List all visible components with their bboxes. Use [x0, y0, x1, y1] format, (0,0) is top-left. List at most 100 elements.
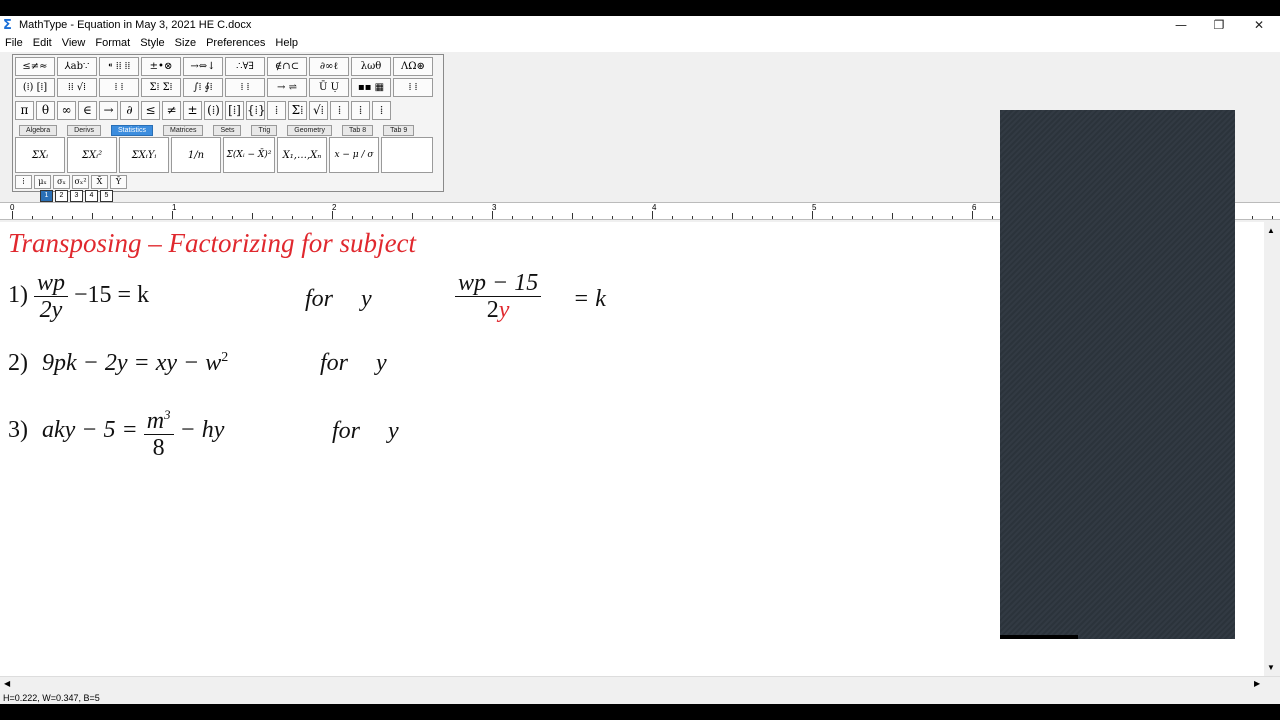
products-palette-button[interactable]: Ū Ụ [309, 78, 349, 97]
right-arrow-button[interactable]: → [99, 101, 118, 120]
scroll-up-icon[interactable]: ▲ [1267, 226, 1275, 235]
tab-sets[interactable]: Sets [213, 125, 242, 136]
template-sum-x-squared[interactable]: ΣXᵢ² [67, 137, 117, 173]
template-row: ΣXᵢ ΣXᵢ² ΣXᵢYᵢ 1/n Σ(Xᵢ − X̄)² X₁,…,Xₙ x… [15, 137, 433, 173]
theta-symbol-button[interactable]: θ [36, 101, 55, 120]
logical-palette-button[interactable]: ∴∀∃ [225, 57, 265, 76]
summation-palette-button[interactable]: Σ⁞ Σ⁞ [141, 78, 181, 97]
x-bar-button[interactable]: X̄ [91, 175, 108, 189]
menu-file[interactable]: File [0, 35, 28, 52]
integrals-palette-button[interactable]: ∫⁞ ∮⁞ [183, 78, 223, 97]
menu-view[interactable]: View [57, 35, 91, 52]
ruler-tick [772, 216, 773, 219]
plus-minus-button[interactable]: ± [183, 101, 202, 120]
palette-row-1: ≤≠≈ ⅄ab∵ ⁌ ⁞⁞ ⁞⁞ ±•⊗ →⇔↓ ∴∀∃ ∉∩⊂ ∂∞ℓ λωθ… [15, 57, 435, 76]
symbol-palette: ≤≠≈ ⅄ab∵ ⁌ ⁞⁞ ⁞⁞ ±•⊗ →⇔↓ ∴∀∃ ∉∩⊂ ∂∞ℓ λωθ… [12, 54, 444, 192]
minimize-button[interactable]: — [1162, 16, 1200, 35]
ruler-tick [92, 213, 93, 219]
template-z-score[interactable]: x − μ / σ [329, 137, 379, 173]
greek-upper-palette-button[interactable]: ΛΩ⊛ [393, 57, 433, 76]
menu-bar: File Edit View Format Style Size Preferences He… [0, 35, 1280, 53]
maximize-button[interactable]: ❐ [1200, 16, 1238, 35]
horizontal-scrollbar[interactable]: ◀ ▶ [0, 676, 1280, 693]
labeled-arrows-palette-button[interactable]: → ⇌ [267, 78, 307, 97]
tab-algebra[interactable]: Algebra [19, 125, 58, 136]
tab-8[interactable]: Tab 8 [342, 125, 374, 136]
relations-palette-button[interactable]: ≤≠≈ [15, 57, 55, 76]
menu-size[interactable]: Size [170, 35, 201, 52]
brackets-button[interactable]: [⁞] [225, 101, 244, 120]
palette-row-2: (⁞) [⁞] ⁞⁞ √⁞ ⁞ ⁞ Σ⁞ Σ⁞ ∫⁞ ∮⁞ ⁞ ⁞ → ⇌ Ū … [15, 78, 435, 97]
radical-button[interactable]: √⁞ [309, 101, 328, 120]
ruler-tick [292, 216, 293, 219]
menu-edit[interactable]: Edit [28, 35, 57, 52]
infinity-symbol-button[interactable]: ∞ [57, 101, 76, 120]
braces-button[interactable]: {⁞} [246, 101, 265, 120]
ruler-tick [512, 216, 513, 219]
heading-transposing-factorizing: Transposing – Factorizing for subject [8, 228, 417, 258]
partial-button[interactable]: ∂ [120, 101, 139, 120]
template-sum-xy[interactable]: ΣXᵢYᵢ [119, 137, 169, 173]
sub-superscript-button[interactable]: ⁞ [372, 101, 391, 120]
template-sum-squared-deviation[interactable]: Σ(Xᵢ − X̄)² [223, 137, 275, 173]
parentheses-button[interactable]: (⁞) [204, 101, 223, 120]
ruler-tick [112, 216, 113, 219]
fraction-button[interactable]: ⁞ [267, 101, 286, 120]
embellishments-palette-button[interactable]: ⁌ ⁞⁞ ⁞⁞ [99, 57, 139, 76]
operators-palette-button[interactable]: ±•⊗ [141, 57, 181, 76]
superscript-button[interactable]: ⁞ [351, 101, 370, 120]
greek-lower-palette-button[interactable]: λωθ [351, 57, 391, 76]
scroll-right-icon[interactable]: ▶ [1254, 679, 1260, 688]
size-button-4[interactable]: 4 [85, 190, 98, 202]
tab-matrices[interactable]: Matrices [163, 125, 204, 136]
close-button[interactable]: ✕ [1240, 16, 1278, 35]
spaces-ellipses-palette-button[interactable]: ⅄ab∵ [57, 57, 97, 76]
status-dimensions: H=0.222, W=0.347, B=5 [3, 693, 100, 703]
not-equal-button[interactable]: ≠ [162, 101, 181, 120]
template-x-sequence[interactable]: X₁,…,Xₙ [277, 137, 327, 173]
misc-symbols-palette-button[interactable]: ∂∞ℓ [309, 57, 349, 76]
template-one-over-n[interactable]: 1/n [171, 137, 221, 173]
underbar-overbar-palette-button[interactable]: ⁞ ⁞ [225, 78, 265, 97]
pi-symbol-button[interactable]: π [15, 101, 34, 120]
tab-statistics[interactable]: Statistics [110, 125, 153, 136]
size-button-3[interactable]: 3 [70, 190, 83, 202]
tab-derivs[interactable]: Derivs [67, 125, 101, 136]
title-bar: Σ MathType - Equation in May 3, 2021 HE … [0, 16, 1280, 35]
matrices-palette-button[interactable]: ▪▪ ▦ [351, 78, 391, 97]
scroll-down-icon[interactable]: ▼ [1267, 663, 1275, 672]
fraction-small-button[interactable]: ⁞ [15, 175, 32, 189]
arrows-palette-button[interactable]: →⇔↓ [183, 57, 223, 76]
mean-mu-button[interactable]: μₓ [34, 175, 51, 189]
fences-palette-button[interactable]: (⁞) [⁞] [15, 78, 55, 97]
variance-button[interactable]: σₓ² [72, 175, 89, 189]
size-button-2[interactable]: 2 [55, 190, 68, 202]
window-title: MathType - Equation in May 3, 2021 HE C.… [19, 19, 252, 31]
template-empty-slot[interactable] [381, 137, 433, 173]
tab-geometry[interactable]: Geometry [287, 125, 332, 136]
subscript-button[interactable]: ⁞ [330, 101, 349, 120]
template-sum-x[interactable]: ΣXᵢ [15, 137, 65, 173]
size-button-1[interactable]: 1 [40, 190, 53, 202]
size-button-5[interactable]: 5 [100, 190, 113, 202]
menu-help[interactable]: Help [270, 35, 303, 52]
ruler-tick [352, 216, 353, 219]
vertical-scrollbar[interactable]: ▲ ▼ [1264, 222, 1280, 676]
element-of-button[interactable]: ∈ [78, 101, 97, 120]
menu-preferences[interactable]: Preferences [201, 35, 270, 52]
menu-style[interactable]: Style [135, 35, 169, 52]
ruler-tick [312, 216, 313, 219]
summation-button[interactable]: Σ⁞ [288, 101, 307, 120]
equation-3-for: for y [332, 418, 399, 445]
tab-trig[interactable]: Trig [251, 125, 278, 136]
fractions-radicals-palette-button[interactable]: ⁞⁞ √⁞ [57, 78, 97, 97]
y-bar-button[interactable]: Ȳ [110, 175, 127, 189]
tab-9[interactable]: Tab 9 [383, 125, 415, 136]
menu-format[interactable]: Format [90, 35, 135, 52]
less-equal-button[interactable]: ≤ [141, 101, 160, 120]
set-theory-palette-button[interactable]: ∉∩⊂ [267, 57, 307, 76]
scroll-left-icon[interactable]: ◀ [4, 679, 10, 688]
subscript-palette-button[interactable]: ⁞ ⁞ [99, 78, 139, 97]
boxes-palette-button[interactable]: ⁞ ⁞ [393, 78, 433, 97]
sigma-x-button[interactable]: σₓ [53, 175, 70, 189]
